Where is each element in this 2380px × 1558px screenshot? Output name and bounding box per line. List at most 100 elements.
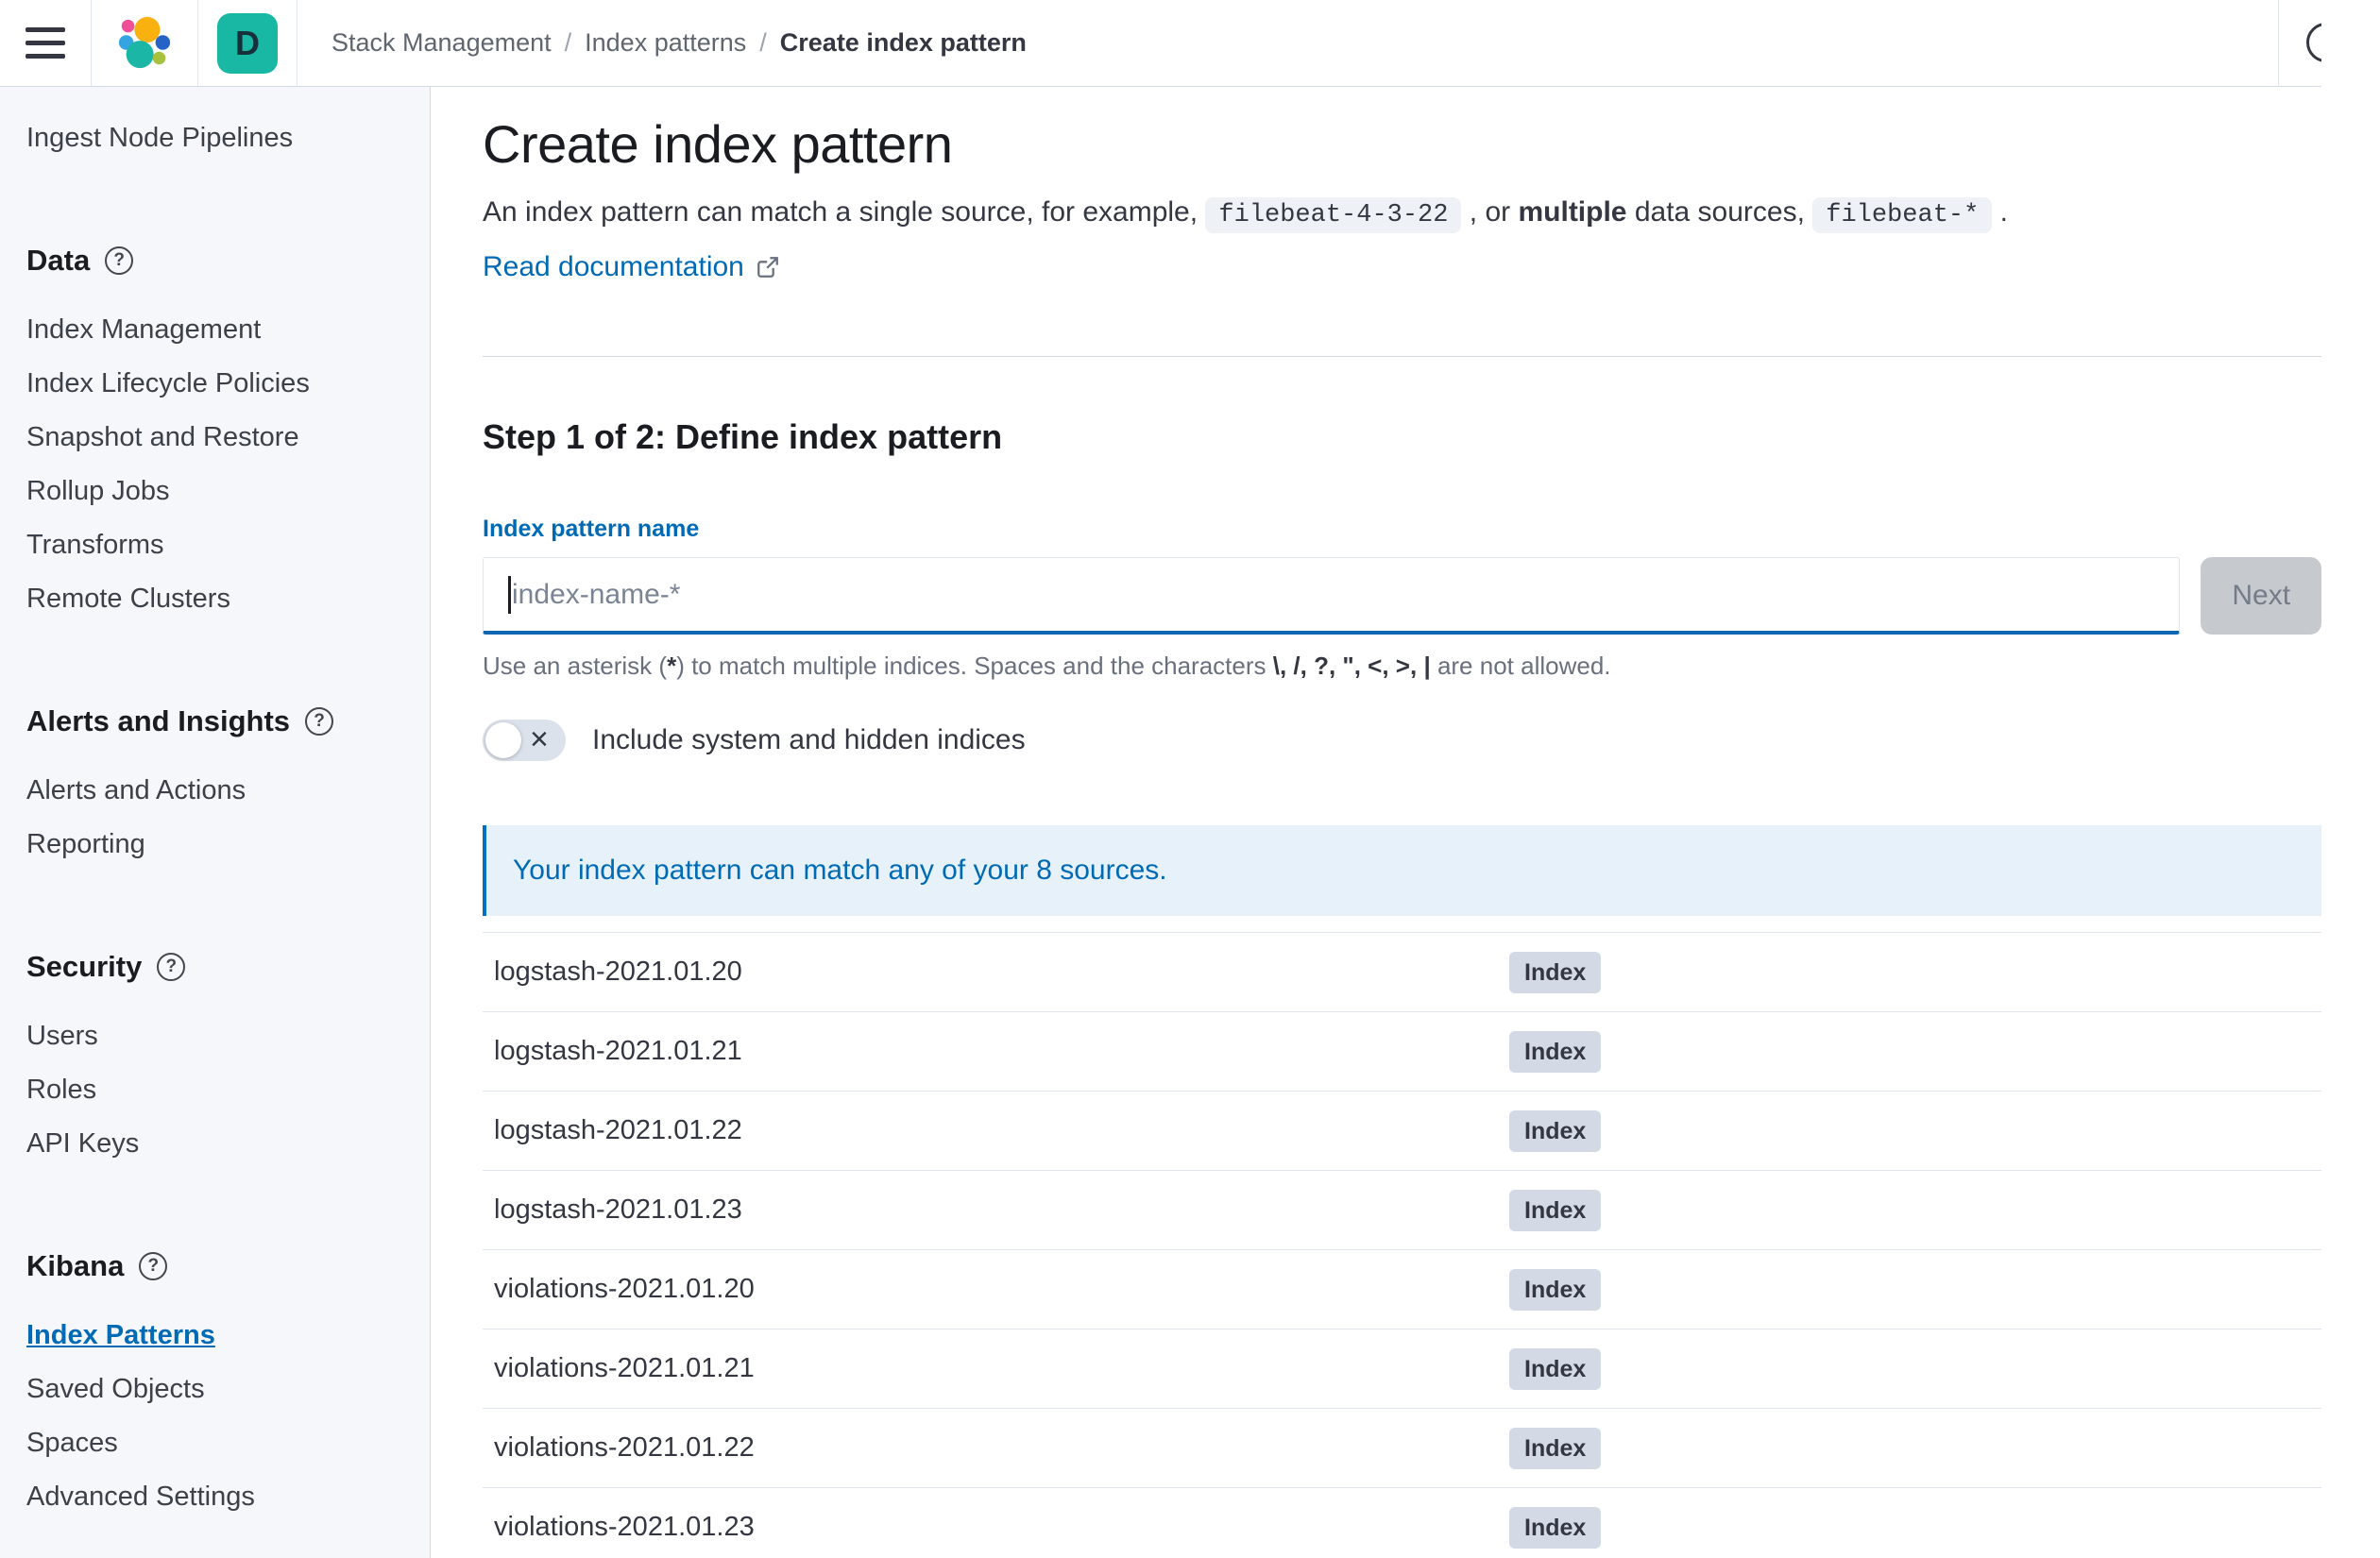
- sidebar-item-users[interactable]: Users: [26, 1021, 98, 1051]
- sidebar-item-index-lifecycle-policies[interactable]: Index Lifecycle Policies: [26, 368, 310, 398]
- index-type-badge: Index: [1509, 1268, 1602, 1311]
- text-segment: data sources,: [1626, 196, 1813, 228]
- sidebar-item-api-keys[interactable]: API Keys: [26, 1128, 139, 1159]
- read-documentation-link[interactable]: Read documentation: [483, 248, 744, 286]
- sidebar-item-snapshot-and-restore[interactable]: Snapshot and Restore: [26, 422, 299, 452]
- sidebar-list-item: Index Patterns: [26, 1311, 411, 1364]
- sidebar-list-item: Index Lifecycle Policies: [26, 359, 411, 413]
- deployment-avatar[interactable]: D: [217, 12, 278, 74]
- sidebar-list-item: Spaces: [26, 1418, 411, 1472]
- sidebar-list-item: Transforms: [26, 520, 411, 574]
- divider: [483, 356, 2321, 357]
- source-name: logstash-2021.01.22: [494, 1115, 742, 1145]
- breadcrumb: Stack Management / Index patterns / Create i…: [332, 28, 1027, 58]
- sidebar-item-roles[interactable]: Roles: [26, 1075, 96, 1105]
- text-segment: are not allowed.: [1430, 652, 1611, 680]
- sidebar-section-header: Alerts and Insights?: [26, 702, 411, 741]
- sidebar-section: Data? Index Management Index Lifecycle Pol…: [26, 241, 411, 628]
- sidebar-list-item: Saved Objects: [26, 1364, 411, 1418]
- source-name: logstash-2021.01.23: [494, 1194, 742, 1225]
- app-window: D Stack Management / Index patterns / Create…: [0, 0, 2321, 1558]
- text-segment: Use an asterisk (: [483, 652, 668, 680]
- sidebar-list-item: Users: [26, 1011, 411, 1065]
- toggle-knob: [485, 722, 521, 758]
- divider: [297, 0, 298, 86]
- input-placeholder: index-name-*: [512, 578, 681, 610]
- menu-icon[interactable]: [0, 0, 91, 86]
- text-segment: ) to match multiple indices. Spaces and …: [676, 652, 1273, 680]
- question-circle-icon: ?: [157, 953, 186, 981]
- sidebar-item-transforms[interactable]: Transforms: [26, 530, 164, 560]
- index-type-badge: Index: [1509, 1347, 1602, 1390]
- sidebar-item-remote-clusters[interactable]: Remote Clusters: [26, 584, 230, 614]
- sidebar-item-list: Index Management Index Lifecycle Policies…: [26, 305, 411, 628]
- source-name: logstash-2021.01.21: [494, 1036, 742, 1066]
- sidebar-list-item: Roles: [26, 1065, 411, 1119]
- sidebar-section-title: Data: [26, 244, 91, 277]
- next-step-button[interactable]: Next: [2201, 557, 2321, 635]
- source-row: violations-2021.01.21 Index: [483, 1329, 2321, 1408]
- divider: [2278, 0, 2279, 87]
- sidebar-section: Ingest Node Pipelines: [26, 113, 411, 167]
- sidebar-section: Security? Users Roles API Keys: [26, 947, 411, 1173]
- help-icon[interactable]: [2306, 23, 2321, 62]
- text-segment: .: [1992, 196, 2008, 228]
- index-pattern-name-label: Index pattern name: [483, 516, 700, 542]
- sidebar-section-header: Kibana?: [26, 1246, 411, 1286]
- breadcrumb-item[interactable]: Index patterns: [585, 28, 746, 58]
- question-circle-icon: ?: [139, 1252, 168, 1280]
- sidebar-section-title: Alerts and Insights: [26, 704, 291, 737]
- sidebar-section-title: Security: [26, 950, 143, 983]
- sidebar-list-item: Advanced Settings: [26, 1472, 411, 1526]
- text-segment: , or: [1461, 196, 1519, 228]
- sidebar-section-header: Security?: [26, 947, 411, 987]
- sidebar-item-index-management[interactable]: Index Management: [26, 314, 261, 345]
- include-hidden-indices-toggle[interactable]: ×: [483, 720, 566, 761]
- breadcrumb-item: Create index pattern: [779, 28, 1027, 57]
- toggle-off-x-icon: ×: [530, 721, 549, 757]
- elastic-logo-icon: [118, 16, 171, 68]
- index-type-badge: Index: [1509, 1030, 1602, 1073]
- inline-code: filebeat-4-3-22: [1205, 197, 1462, 233]
- sidebar-item-list: Users Roles API Keys: [26, 1011, 411, 1173]
- source-row: violations-2021.01.22 Index: [483, 1408, 2321, 1487]
- text-caret: [508, 575, 511, 614]
- question-circle-icon: ?: [305, 707, 334, 736]
- index-type-badge: Index: [1509, 1189, 1602, 1231]
- sources-list: logstash-2021.01.20 Index logstash-2021.01…: [483, 932, 2321, 1558]
- input-help-text: Use an asterisk (*) to match multiple in…: [483, 650, 2321, 682]
- breadcrumb-item[interactable]: Stack Management: [332, 28, 552, 58]
- sidebar-section-header: Data?: [26, 241, 411, 280]
- sidebar-item-spaces[interactable]: Spaces: [26, 1428, 118, 1458]
- sidebar-item-reporting[interactable]: Reporting: [26, 829, 145, 859]
- sidebar-section: Alerts and Insights? Alerts and Actions Re…: [26, 702, 411, 873]
- source-row: logstash-2021.01.20 Index: [483, 932, 2321, 1011]
- sidebar-list-item: Reporting: [26, 820, 411, 873]
- source-row: logstash-2021.01.22 Index: [483, 1091, 2321, 1170]
- elastic-logo[interactable]: [92, 0, 197, 86]
- source-row: violations-2021.01.23 Index: [483, 1487, 2321, 1558]
- top-bar: D Stack Management / Index patterns / Create…: [0, 0, 2321, 87]
- sidebar-section-title: Kibana: [26, 1249, 125, 1282]
- sidebar-item-saved-objects[interactable]: Saved Objects: [26, 1374, 205, 1404]
- sidebar-list-item: Remote Clusters: [26, 574, 411, 628]
- index-pattern-name-input[interactable]: index-name-*: [483, 557, 2181, 635]
- sidebar-section: Kibana? Index Patterns Saved Objects Spaces…: [26, 1246, 411, 1526]
- bold-text: *: [667, 652, 677, 680]
- sidebar-item-list: Alerts and Actions Reporting: [26, 766, 411, 873]
- sidebar-item-advanced-settings[interactable]: Advanced Settings: [26, 1482, 255, 1512]
- bold-text: \, /, ?, ", <, >, |: [1272, 652, 1431, 680]
- external-link-icon: [756, 257, 778, 278]
- sidebar-item-ingest-node-pipelines[interactable]: Ingest Node Pipelines: [26, 123, 293, 153]
- toggle-label: Include system and hidden indices: [592, 724, 1026, 755]
- step-heading: Step 1 of 2: Define index pattern: [483, 417, 1003, 456]
- sidebar-item-rollup-jobs[interactable]: Rollup Jobs: [26, 476, 170, 506]
- intro-text: An index pattern can match a single sour…: [483, 191, 2321, 237]
- sidebar-list-item: Alerts and Actions: [26, 766, 411, 820]
- sidebar-nav: Ingest Node Pipelines Data? Index Manageme…: [0, 87, 431, 1558]
- sidebar-item-index-patterns[interactable]: Index Patterns: [26, 1320, 215, 1350]
- bold-text: multiple: [1518, 196, 1627, 228]
- source-name: violations-2021.01.22: [494, 1432, 755, 1463]
- sidebar-item-alerts-and-actions[interactable]: Alerts and Actions: [26, 775, 246, 805]
- index-type-badge: Index: [1509, 951, 1602, 993]
